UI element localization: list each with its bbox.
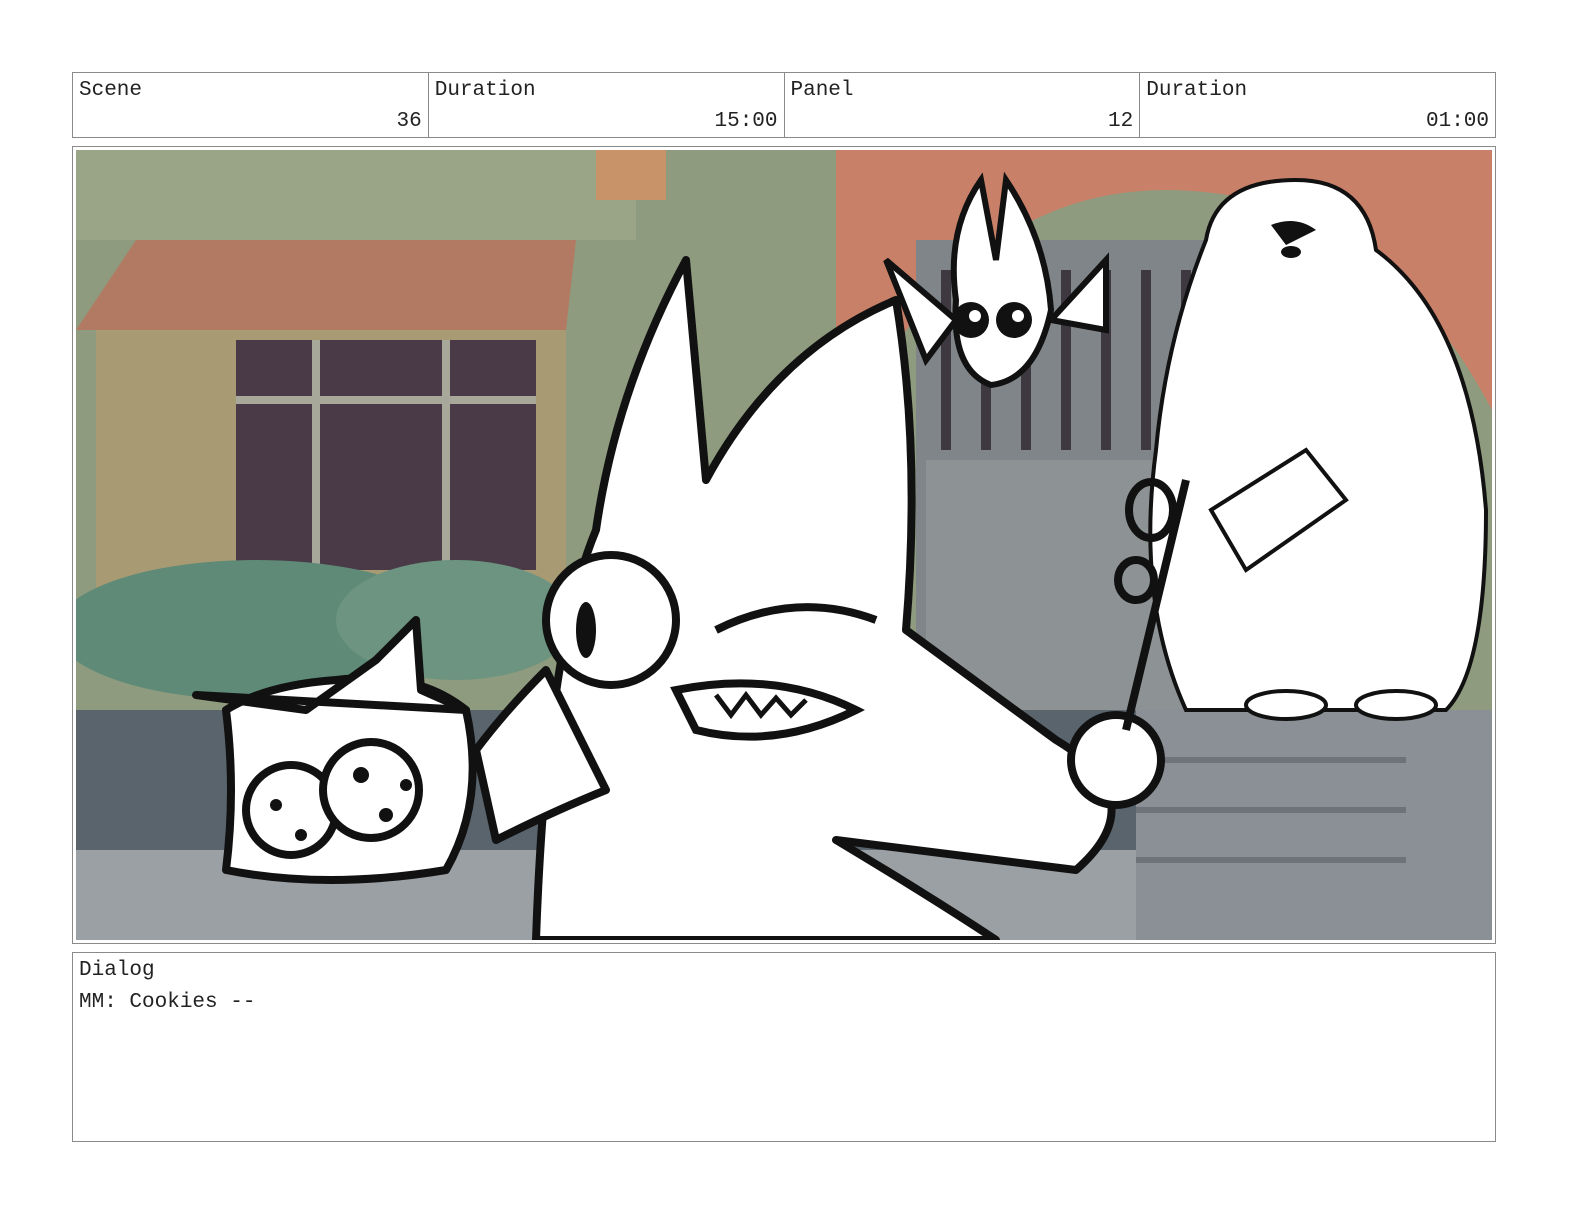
dialog-box: Dialog MM: Cookies -- bbox=[72, 952, 1496, 1142]
dialog-text: MM: Cookies -- bbox=[79, 991, 256, 1014]
scene-value: 36 bbox=[396, 110, 422, 133]
panel-duration-label: Duration bbox=[1146, 79, 1248, 102]
panel-cell: Panel 12 bbox=[785, 73, 1141, 137]
panel-duration-cell: Duration 01:00 bbox=[1140, 73, 1495, 137]
dialog-label: Dialog bbox=[79, 959, 155, 982]
scene-label: Scene bbox=[79, 79, 143, 102]
scene-duration-value: 15:00 bbox=[714, 110, 778, 133]
panel-value: 12 bbox=[1108, 110, 1134, 133]
scene-duration-label: Duration bbox=[434, 79, 536, 102]
panel-label: Panel bbox=[790, 79, 854, 102]
scene-duration-cell: Duration 15:00 bbox=[429, 73, 785, 137]
panel-duration-value: 01:00 bbox=[1425, 110, 1489, 133]
storyboard-panel bbox=[72, 146, 1496, 944]
panel-header: Scene 36 Duration 15:00 Panel 12 Duratio… bbox=[72, 72, 1496, 138]
storyboard-drawing bbox=[76, 150, 1492, 940]
scene-cell: Scene 36 bbox=[73, 73, 429, 137]
